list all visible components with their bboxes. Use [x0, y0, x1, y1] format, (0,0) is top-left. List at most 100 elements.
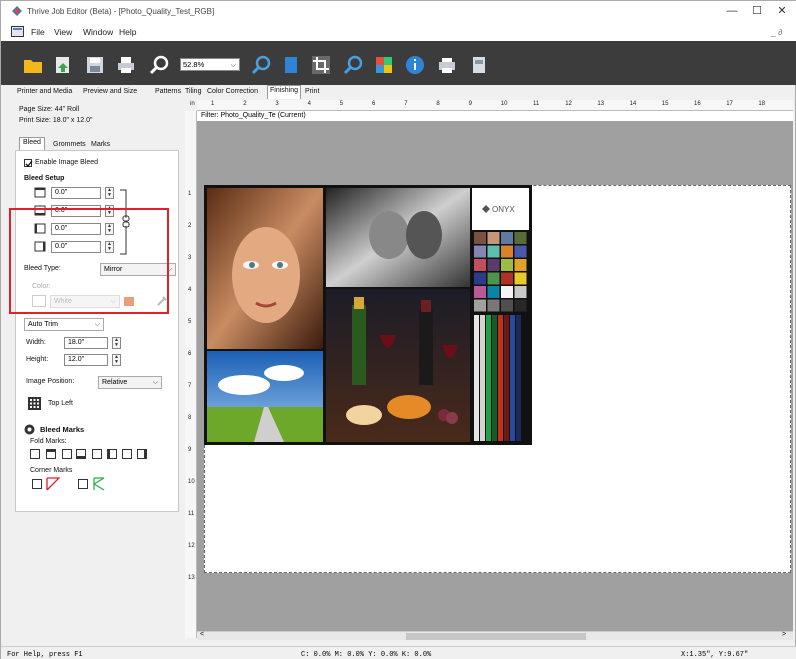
menu-file[interactable]: File [31, 27, 45, 37]
height-input[interactable]: 12.0" [64, 354, 108, 366]
color-patch [514, 232, 527, 244]
chevron-down-icon: ⌵ [230, 62, 236, 69]
fold-mark-none[interactable] [30, 449, 40, 459]
ruler-origin: in [190, 101, 195, 107]
ruler-tick-label: 15 [661, 101, 669, 107]
color-patch [474, 259, 486, 271]
scrollbar-thumb[interactable] [406, 633, 586, 640]
tab-color-correction[interactable]: Color Correction [205, 87, 260, 99]
status-help: For Help, press F1 [7, 651, 83, 659]
toolbar: 52.8% ⌵ [1, 41, 796, 85]
minimize-button[interactable]: — [721, 5, 743, 19]
bleed-marks-heading: Bleed Marks [40, 425, 85, 434]
print-icon[interactable] [116, 55, 136, 75]
color-patch [487, 232, 500, 244]
fold-mark-blank[interactable] [62, 449, 72, 459]
save-icon[interactable] [85, 55, 105, 75]
bleed-top-stepper[interactable]: ▲ ▼ [105, 187, 114, 199]
color-patch [474, 232, 486, 244]
find-icon[interactable] [343, 55, 363, 75]
ruler-tick-label: 1 [188, 191, 192, 197]
chevron-down-icon: ⌵ [94, 321, 100, 328]
subtab-bleed[interactable]: Bleed [19, 137, 45, 151]
tab-printer-and-media[interactable]: Printer and Media [15, 87, 74, 99]
ruler-tick-label: 6 [188, 351, 192, 357]
bleed-top-icon [34, 187, 46, 198]
color-patch [501, 299, 513, 312]
highlight-frame [9, 208, 169, 314]
test-image[interactable]: ONYX [204, 185, 532, 445]
bleed-top-input[interactable]: 0.0" [51, 187, 101, 199]
crop-icon[interactable] [311, 55, 331, 75]
fold-mark-right[interactable] [137, 449, 147, 459]
ruler-tick-label: 11 [533, 101, 540, 107]
import-icon[interactable] [53, 55, 73, 75]
fold-mark-blank-2[interactable] [92, 449, 102, 459]
trim-mode-select[interactable]: Auto Trim ⌵ [24, 318, 104, 331]
menu-bar: File View Window Help _ ∂ [1, 23, 796, 41]
color-patch [514, 286, 527, 298]
anchor-grid-icon[interactable] [28, 397, 41, 410]
corner-mark-blank[interactable] [78, 479, 88, 489]
fold-marks-label: Fold Marks: [30, 438, 67, 445]
ruler-tick-label: 12 [188, 543, 195, 549]
menu-view[interactable]: View [54, 27, 72, 37]
width-stepper[interactable]: ▲ ▼ [112, 337, 121, 349]
ruler-tick-label: 18 [758, 101, 766, 107]
print-page: ONYX [204, 185, 791, 573]
corner-mark-triangle-icon[interactable] [46, 477, 60, 491]
fold-mark-blank-3[interactable] [122, 449, 132, 459]
ruler-tick-label: 9 [188, 447, 192, 453]
enable-bleed-checkbox[interactable] [24, 159, 33, 167]
close-button[interactable]: ✕ [771, 5, 793, 19]
printer-icon[interactable] [437, 55, 457, 75]
filter-label: Filter: Photo_Quality_Te (Current) [197, 111, 793, 121]
ruler-tick-label: 1 [211, 101, 215, 107]
window-title: Thrive Job Editor (Beta) - [Photo_Qualit… [27, 7, 215, 16]
status-ink: C: 0.0% M: 0.0% Y: 0.0% K: 0.0% [301, 651, 432, 659]
device-icon[interactable] [469, 55, 489, 75]
menu-window[interactable]: Window [83, 27, 113, 37]
image-position-select[interactable]: Relative ⌵ [98, 376, 162, 389]
tab-print[interactable]: Print [303, 87, 321, 99]
width-input[interactable]: 18.0" [64, 337, 108, 349]
preview-canvas[interactable]: ONYX [197, 121, 793, 638]
document-icon [11, 26, 24, 37]
gear-icon[interactable] [24, 424, 35, 435]
tab-patterns[interactable]: Patterns [153, 87, 183, 99]
page-icon[interactable] [281, 55, 301, 75]
tab-preview-and-size[interactable]: Preview and Size [81, 87, 139, 99]
tab-finishing[interactable]: Finishing [267, 85, 302, 99]
checkmark-icon [25, 160, 33, 167]
open-folder-icon[interactable] [23, 55, 43, 75]
color-patch [514, 272, 527, 285]
color-bar [486, 315, 491, 441]
enable-bleed-label: Enable Image Bleed [35, 159, 99, 166]
search-icon[interactable] [149, 55, 169, 75]
ruler-tick-label: 8 [188, 415, 192, 421]
zoom-select[interactable]: 52.8% ⌵ [180, 58, 240, 71]
corner-mark-k-icon[interactable] [92, 477, 106, 491]
fold-mark-top[interactable] [46, 449, 56, 459]
color-patch [474, 245, 486, 258]
color-icon[interactable] [374, 55, 394, 75]
menu-help[interactable]: Help [119, 27, 136, 37]
image-position-label: Image Position: [26, 378, 75, 385]
mdi-controls[interactable]: _ ∂ [771, 27, 782, 37]
horizontal-scrollbar[interactable]: < > [197, 631, 793, 640]
maximize-button[interactable]: ☐ [746, 5, 768, 19]
fold-mark-left[interactable] [107, 449, 117, 459]
ruler-tick-label: 6 [372, 101, 376, 107]
info-icon[interactable] [405, 55, 425, 75]
ruler-tick-label: 4 [307, 101, 311, 107]
corner-mark-none[interactable] [32, 479, 42, 489]
height-stepper[interactable]: ▲ ▼ [112, 354, 121, 366]
fold-mark-bottom[interactable] [76, 449, 86, 459]
zoom-out-icon[interactable] [251, 55, 271, 75]
scroll-right-icon[interactable]: > [782, 631, 786, 638]
zoom-value: 52.8% [183, 60, 205, 69]
tab-tiling[interactable]: Tiling [183, 87, 203, 99]
ruler-tick-label: 5 [339, 101, 344, 107]
scroll-left-icon[interactable]: < [200, 631, 204, 638]
ruler-tick-label: 9 [468, 101, 472, 107]
